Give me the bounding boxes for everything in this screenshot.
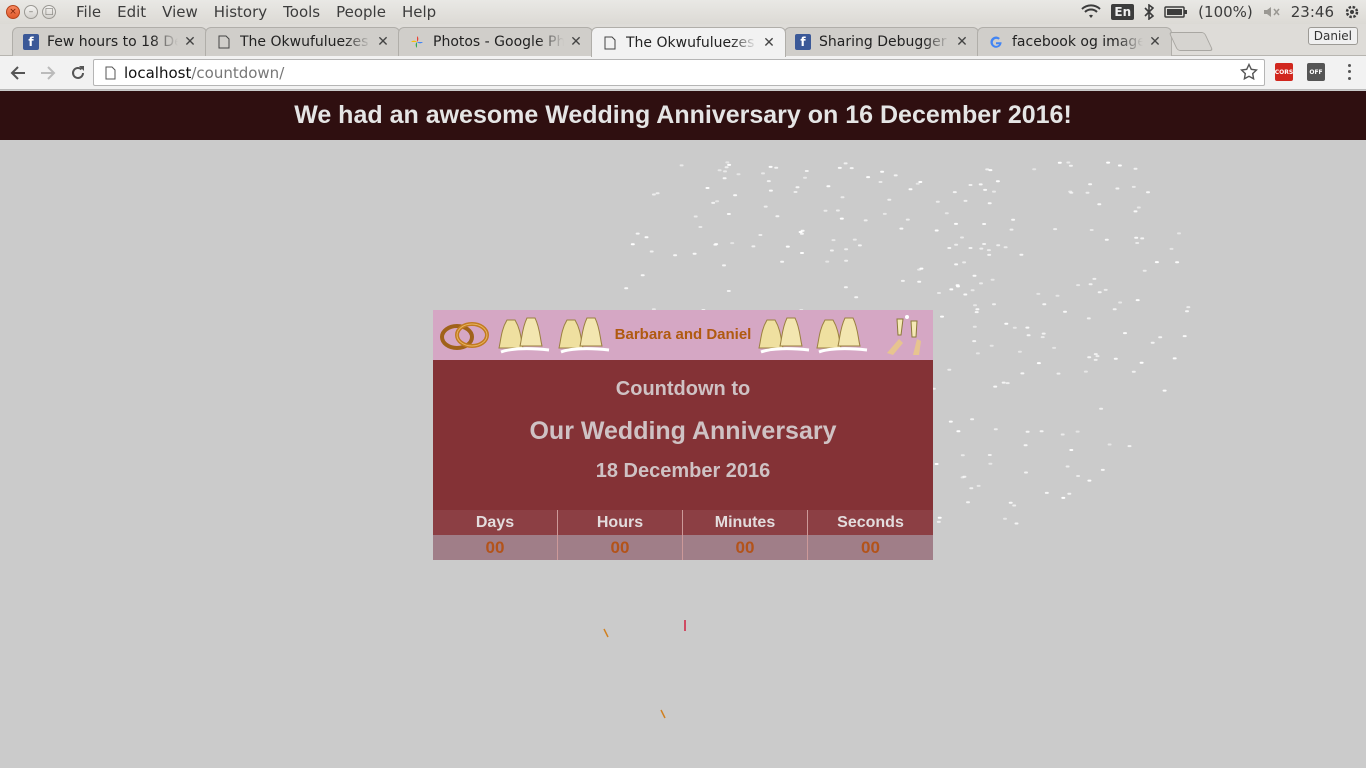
google-icon [988, 34, 1004, 50]
close-icon[interactable]: ✕ [182, 34, 198, 50]
tab-title: Few hours to 18 De [47, 34, 178, 50]
google-photos-icon [409, 34, 425, 50]
tab-title: Sharing Debugger - [819, 34, 950, 50]
window-close-button[interactable]: × [6, 5, 20, 19]
seconds-value: 00 [808, 535, 933, 560]
event-title: Our Wedding Anniversary [529, 417, 837, 445]
menu-people[interactable]: People [328, 3, 394, 21]
hours-label: Hours [558, 510, 682, 535]
tab-okwufuluezes-1[interactable]: The Okwufuluezes ✕ [205, 27, 400, 56]
forward-arrow-icon[interactable] [34, 59, 62, 87]
gear-icon[interactable] [1344, 4, 1360, 20]
back-arrow-icon[interactable] [4, 59, 32, 87]
reload-icon[interactable] [64, 59, 92, 87]
days-label: Days [433, 510, 557, 535]
countdown-days: Days 00 [433, 510, 558, 560]
tab-google-photos[interactable]: Photos - Google Ph ✕ [398, 27, 593, 56]
window-maximize-button[interactable]: □ [42, 5, 56, 19]
tab-title: The Okwufuluezes [240, 34, 369, 50]
tab-few-hours[interactable]: f Few hours to 18 De ✕ [12, 27, 207, 56]
battery-icon[interactable] [1164, 5, 1188, 19]
window-controls: × – □ [6, 5, 56, 19]
wifi-icon[interactable] [1081, 4, 1102, 20]
cors-extension-icon[interactable]: CORS [1275, 63, 1293, 81]
menu-view[interactable]: View [154, 3, 206, 21]
event-date: 18 December 2016 [595, 460, 771, 482]
system-tray: En (100%) 23:46 [1081, 0, 1366, 24]
profile-button[interactable]: Daniel [1307, 27, 1358, 45]
anniversary-banner: We had an awesome Wedding Anniversary on… [0, 91, 1366, 140]
tab-facebook-og-image[interactable]: facebook og image ✕ [977, 27, 1172, 56]
facebook-icon: f [23, 34, 39, 50]
battery-percent: (100%) [1198, 3, 1253, 21]
menu-tools[interactable]: Tools [275, 3, 328, 21]
menu-kebab-icon[interactable] [1340, 62, 1358, 82]
keyboard-layout-icon[interactable]: En [1111, 4, 1135, 20]
url-path: /countdown/ [191, 63, 285, 82]
menu-file[interactable]: File [68, 3, 109, 21]
days-value: 00 [433, 535, 557, 560]
minutes-label: Minutes [683, 510, 807, 535]
page-icon [602, 35, 618, 51]
page-icon [216, 34, 232, 50]
card-header: Barbara and Daniel [433, 310, 933, 360]
hours-value: 00 [558, 535, 682, 560]
close-icon[interactable]: ✕ [1147, 34, 1163, 50]
off-extension-icon[interactable]: OFF [1307, 63, 1325, 81]
countdown-seconds: Seconds 00 [808, 510, 933, 560]
countdown-hours: Hours 00 [558, 510, 683, 560]
tab-title: facebook og image [1012, 34, 1143, 50]
wedding-bells-icon [758, 317, 810, 354]
tab-title: Photos - Google Ph [433, 34, 564, 50]
seconds-label: Seconds [808, 510, 933, 535]
wedding-bells-icon [816, 317, 868, 354]
new-tab-button[interactable] [1168, 32, 1214, 51]
tab-title: The Okwufuluezes [626, 34, 755, 51]
facebook-icon: f [795, 34, 811, 50]
minutes-value: 00 [683, 535, 807, 560]
close-icon[interactable]: ✕ [375, 34, 391, 50]
bookmark-star-icon[interactable] [1239, 62, 1259, 85]
tab-sharing-debugger[interactable]: f Sharing Debugger - ✕ [784, 27, 979, 56]
clock[interactable]: 23:46 [1291, 3, 1334, 21]
menu-help[interactable]: Help [394, 3, 444, 21]
volume-muted-icon[interactable] [1263, 5, 1281, 19]
page-info-icon[interactable] [100, 66, 120, 80]
menu-history[interactable]: History [206, 3, 275, 21]
close-icon[interactable]: ✕ [568, 34, 584, 50]
countdown-to-label: Countdown to [615, 378, 751, 400]
close-icon[interactable]: ✕ [954, 34, 970, 50]
bluetooth-icon[interactable] [1144, 4, 1155, 20]
close-icon[interactable]: ✕ [761, 35, 777, 51]
menu-edit[interactable]: Edit [109, 3, 154, 21]
os-menubar: × – □ File Edit View History Tools Peopl… [0, 0, 1366, 24]
address-bar[interactable]: localhost/countdown/ [93, 59, 1265, 86]
countdown-card: Barbara and Daniel Countdown to Our Wedd… [433, 310, 933, 560]
champagne-glasses-icon [887, 315, 921, 355]
countdown-minutes: Minutes 00 [683, 510, 808, 560]
card-body: Countdown to Our Wedding Anniversary 18 … [433, 360, 933, 510]
tab-strip: f Few hours to 18 De ✕ The Okwufuluezes … [0, 24, 1366, 57]
tab-okwufuluezes-active[interactable]: The Okwufuluezes ✕ [591, 27, 786, 57]
window-minimize-button[interactable]: – [24, 5, 38, 19]
page-viewport: We had an awesome Wedding Anniversary on… [0, 91, 1366, 768]
countdown-table: Days 00 Hours 00 Minutes 00 Seconds 00 [433, 510, 933, 560]
browser-toolbar: localhost/countdown/ CORS OFF [0, 56, 1366, 90]
url-host: localhost [124, 63, 192, 82]
